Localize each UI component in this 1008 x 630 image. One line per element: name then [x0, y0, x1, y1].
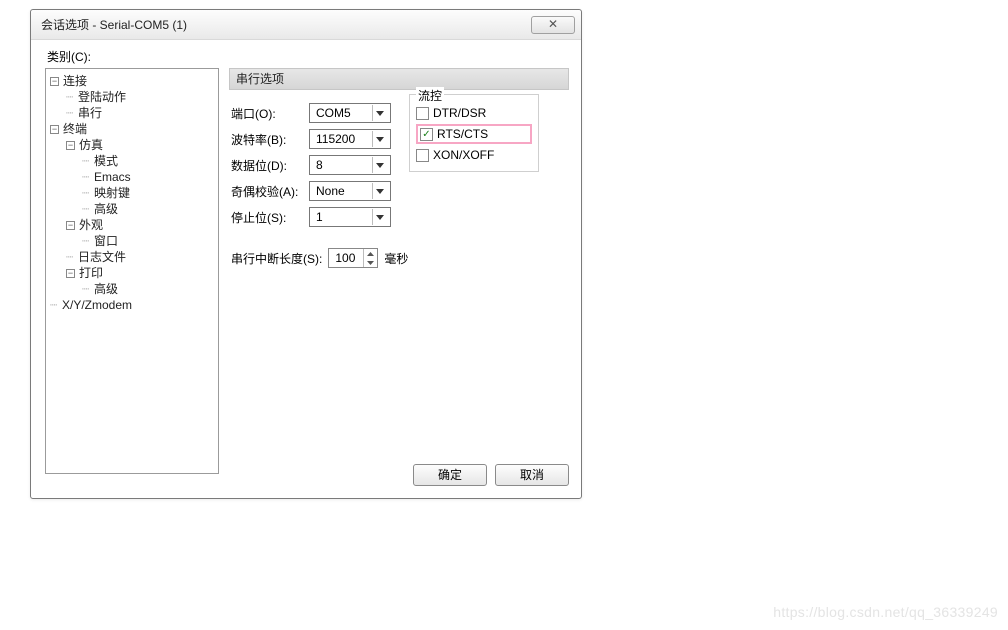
dialog-body: 类别(C): −连接 登陆动作 串行 −终端 −仿真 模式 Emacs	[31, 40, 581, 498]
stopbits-label: 停止位(S):	[231, 209, 309, 226]
tree-xyzmodem[interactable]: X/Y/Zmodem	[62, 298, 132, 312]
category-label: 类别(C):	[47, 48, 571, 65]
databits-combo[interactable]: 8	[309, 155, 391, 175]
category-tree[interactable]: −连接 登陆动作 串行 −终端 −仿真 模式 Emacs 映射键 高级	[45, 68, 219, 474]
serial-break-row: 串行中断长度(S): 100 毫秒	[231, 248, 567, 268]
stopbits-combo[interactable]: 1	[309, 207, 391, 227]
tree-login-action[interactable]: 登陆动作	[78, 90, 126, 104]
tree-terminal[interactable]: 终端	[63, 122, 87, 136]
session-options-dialog: 会话选项 - Serial-COM5 (1) ✕ 类别(C): −连接 登陆动作…	[30, 9, 582, 499]
tree-print-advanced[interactable]: 高级	[94, 282, 118, 296]
tree-print[interactable]: 打印	[79, 266, 103, 280]
ok-button[interactable]: 确定	[413, 464, 487, 486]
flow-control-group: 流控 DTR/DSR ✓ RTS/CTS XON/XOFF	[409, 94, 539, 172]
chevron-down-icon	[372, 183, 386, 199]
tree-advanced[interactable]: 高级	[94, 202, 118, 216]
spin-up-icon[interactable]	[364, 249, 377, 258]
collapse-icon[interactable]: −	[66, 269, 75, 278]
break-unit: 毫秒	[384, 250, 408, 267]
port-label: 端口(O):	[231, 105, 309, 122]
port-combo[interactable]: COM5	[309, 103, 391, 123]
tree-logfile[interactable]: 日志文件	[78, 250, 126, 264]
dialog-buttons: 确定 取消	[413, 464, 569, 486]
watermark: https://blog.csdn.net/qq_36339249	[773, 604, 998, 620]
window-title: 会话选项 - Serial-COM5 (1)	[41, 16, 531, 33]
chevron-down-icon	[372, 209, 386, 225]
chevron-down-icon	[372, 157, 386, 173]
tree-emacs[interactable]: Emacs	[94, 170, 131, 184]
xon-xoff-checkbox[interactable]: XON/XOFF	[416, 145, 532, 165]
serial-form: 端口(O): COM5 波特率(B): 115200 数据位(D):	[229, 90, 569, 278]
tree-appearance[interactable]: 外观	[79, 218, 103, 232]
parity-combo[interactable]: None	[309, 181, 391, 201]
collapse-icon[interactable]: −	[66, 221, 75, 230]
collapse-icon[interactable]: −	[50, 125, 59, 134]
break-label: 串行中断长度(S):	[231, 250, 322, 267]
chevron-down-icon	[372, 131, 386, 147]
settings-panel: 串行选项 端口(O): COM5 波特率(B): 115200	[229, 68, 569, 474]
dtr-dsr-checkbox[interactable]: DTR/DSR	[416, 103, 532, 123]
checkbox-icon	[416, 107, 429, 120]
close-button[interactable]: ✕	[531, 16, 575, 34]
checkbox-icon: ✓	[420, 128, 433, 141]
baud-combo[interactable]: 115200	[309, 129, 391, 149]
tree-mode[interactable]: 模式	[94, 154, 118, 168]
collapse-icon[interactable]: −	[50, 77, 59, 86]
baud-label: 波特率(B):	[231, 131, 309, 148]
tree-mapkeys[interactable]: 映射键	[94, 186, 130, 200]
flow-legend: 流控	[416, 87, 444, 104]
checkbox-icon	[416, 149, 429, 162]
spin-down-icon[interactable]	[364, 258, 377, 267]
rts-cts-checkbox[interactable]: ✓ RTS/CTS	[416, 124, 532, 144]
tree-serial[interactable]: 串行	[78, 106, 102, 120]
parity-label: 奇偶校验(A):	[231, 183, 309, 200]
titlebar: 会话选项 - Serial-COM5 (1) ✕	[31, 10, 581, 40]
collapse-icon[interactable]: −	[66, 141, 75, 150]
tree-window[interactable]: 窗口	[94, 234, 118, 248]
cancel-button[interactable]: 取消	[495, 464, 569, 486]
chevron-down-icon	[372, 105, 386, 121]
tree-emulation[interactable]: 仿真	[79, 138, 103, 152]
close-icon: ✕	[548, 17, 558, 31]
tree-connection[interactable]: 连接	[63, 74, 87, 88]
section-header: 串行选项	[229, 68, 569, 90]
databits-label: 数据位(D):	[231, 157, 309, 174]
break-length-spinner[interactable]: 100	[328, 248, 378, 268]
